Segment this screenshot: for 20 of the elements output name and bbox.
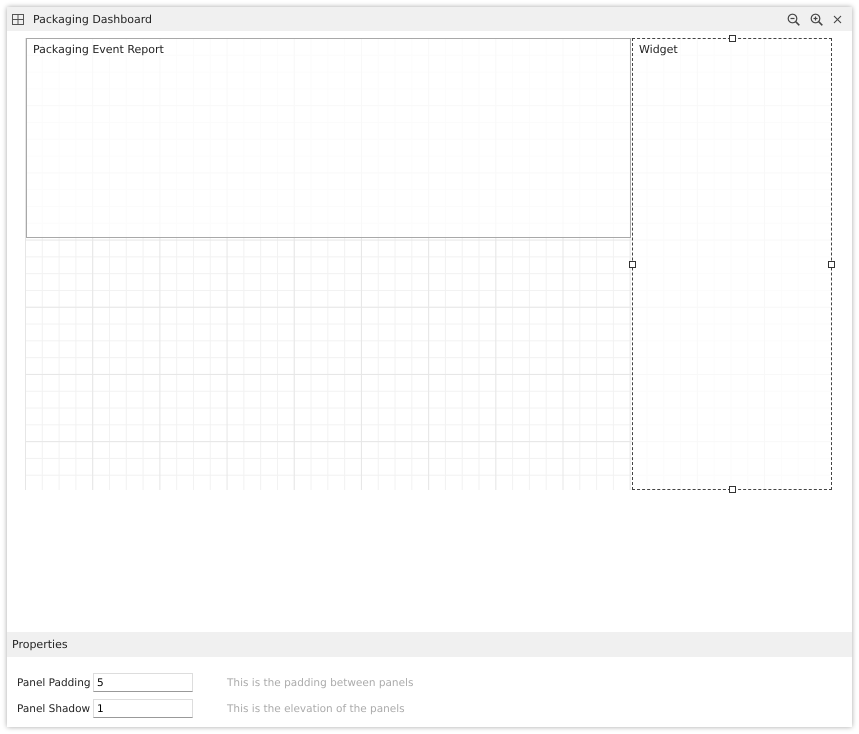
window-title: Packaging Dashboard	[33, 12, 152, 26]
panel-title: Packaging Event Report	[33, 43, 164, 56]
dashboard-panel[interactable]: Widget	[632, 38, 832, 490]
close-icon[interactable]	[833, 14, 842, 24]
zoom-out-icon[interactable]	[787, 12, 800, 26]
grid-icon	[12, 14, 24, 24]
property-description: This is the elevation of the panels	[227, 702, 405, 714]
properties-title: Properties	[12, 638, 68, 651]
input-field[interactable]: 5	[93, 673, 193, 692]
resize-handle[interactable]	[828, 261, 835, 268]
dashboard-panel[interactable]: Packaging Event Report	[26, 38, 631, 238]
resize-handle[interactable]	[729, 486, 736, 493]
property-description: This is the padding between panels	[227, 676, 414, 688]
property-label: Panel Shadow	[17, 702, 92, 714]
panel-title: Widget	[639, 43, 678, 56]
resize-handle[interactable]	[629, 261, 636, 268]
resize-handle[interactable]	[729, 35, 736, 42]
property-label: Panel Padding	[17, 676, 92, 688]
input-field[interactable]: 1	[93, 699, 193, 718]
zoom-in-icon[interactable]	[810, 12, 823, 26]
